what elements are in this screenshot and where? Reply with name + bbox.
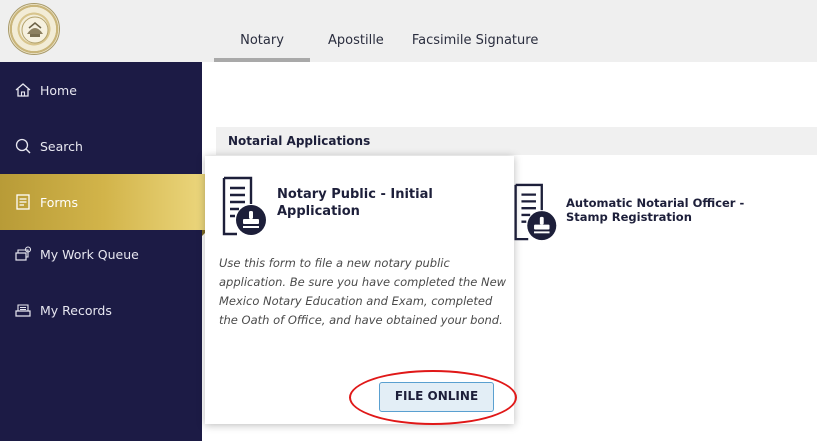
work-queue-icon bbox=[12, 243, 34, 265]
form-card-notary-public-initial[interactable]: Notary Public - Initial Application Use … bbox=[205, 156, 514, 424]
top-tabs: Notary Apostille Facsimile Signature bbox=[214, 0, 566, 62]
document-icon bbox=[12, 191, 34, 213]
tab-apostille[interactable]: Apostille bbox=[328, 0, 384, 62]
form-title[interactable]: Automatic Notarial Officer - Stamp Regis… bbox=[566, 196, 786, 224]
top-bar: Notary Apostille Facsimile Signature bbox=[0, 0, 817, 62]
file-online-button[interactable]: FILE ONLINE bbox=[379, 382, 494, 412]
form-description: Use this form to file a new notary publi… bbox=[219, 256, 507, 327]
records-icon bbox=[12, 299, 34, 321]
tab-facsimile-signature[interactable]: Facsimile Signature bbox=[412, 0, 539, 62]
form-title[interactable]: Notary Public - Initial Application bbox=[277, 186, 497, 220]
sidebar-item-label: My Work Queue bbox=[40, 246, 139, 262]
state-seal-logo[interactable] bbox=[8, 3, 60, 55]
sidebar-item-label: Search bbox=[40, 138, 83, 154]
form-card-automatic-notarial-officer[interactable]: Automatic Notarial Officer - Stamp Regis… bbox=[512, 183, 792, 243]
sidebar-item-home[interactable]: Home bbox=[0, 62, 202, 118]
form-stamp-icon bbox=[514, 183, 557, 241]
sidebar-item-label: Home bbox=[40, 82, 77, 98]
sidebar-item-my-work-queue[interactable]: My Work Queue bbox=[0, 226, 202, 282]
sidebar-item-label: My Records bbox=[40, 302, 112, 318]
section-title: Notarial Applications bbox=[216, 127, 817, 155]
sidebar: Home Search Forms My Work Queue My Recor… bbox=[0, 62, 208, 441]
form-stamp-icon bbox=[222, 176, 266, 236]
tab-notary[interactable]: Notary bbox=[214, 0, 310, 62]
sidebar-item-label: Forms bbox=[40, 194, 79, 210]
sidebar-item-search[interactable]: Search bbox=[0, 118, 202, 174]
sidebar-item-forms[interactable]: Forms bbox=[0, 174, 208, 236]
home-icon bbox=[12, 79, 34, 101]
search-icon bbox=[12, 135, 34, 157]
sidebar-item-my-records[interactable]: My Records bbox=[0, 282, 202, 338]
